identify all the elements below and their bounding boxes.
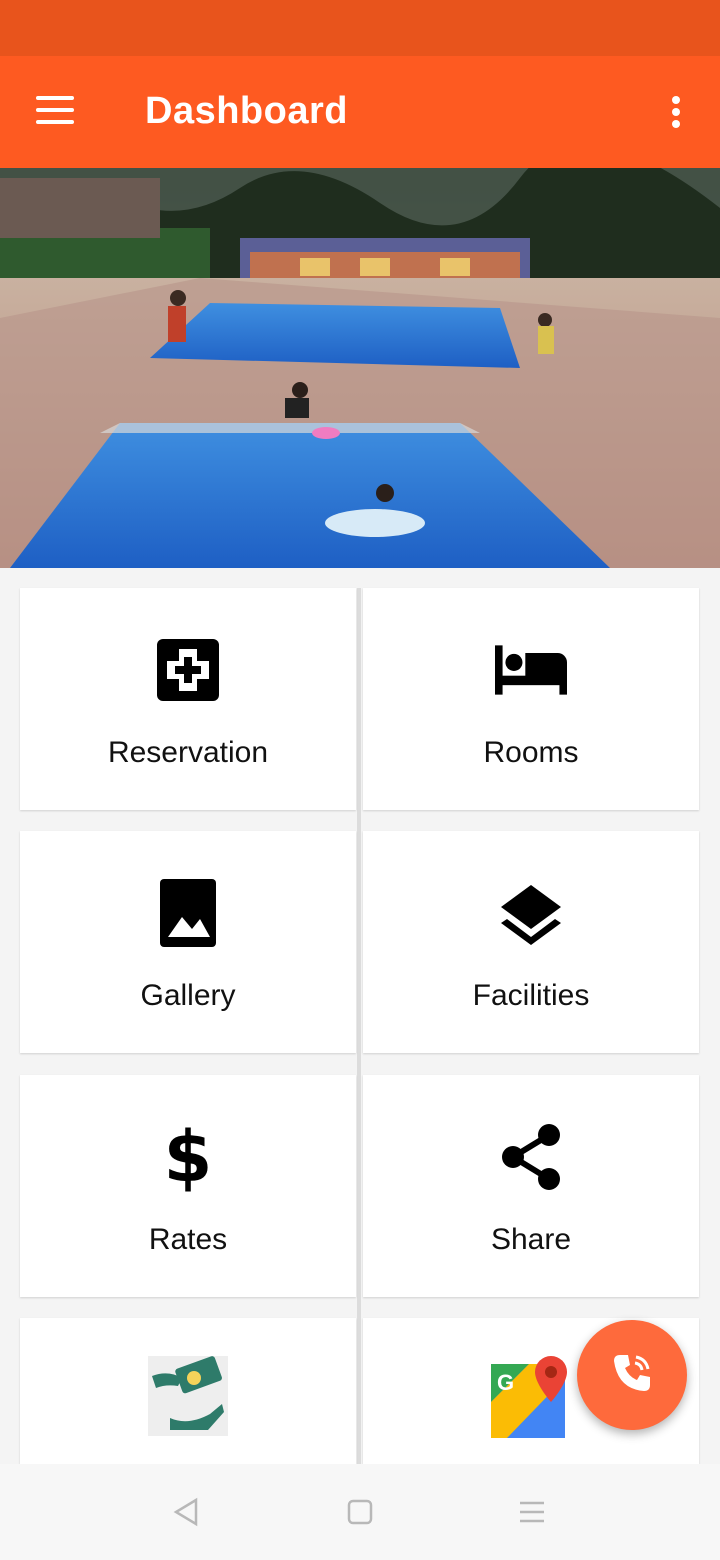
app-bar: Dashboard [0, 56, 720, 168]
tile-reservation[interactable]: Reservation [20, 588, 356, 810]
back-triangle-icon[interactable] [164, 1490, 208, 1534]
first-aid-icon [152, 634, 224, 706]
share-icon [495, 1121, 567, 1193]
tile-share[interactable]: Share [363, 1075, 699, 1297]
google-maps-icon: G [489, 1356, 573, 1440]
tile-label: Gallery [140, 979, 236, 1012]
tile-label: Reservation [107, 736, 269, 769]
hero-image [0, 168, 720, 568]
tile-label: Share [490, 1223, 572, 1256]
call-fab-button[interactable] [577, 1320, 687, 1430]
grid-divider [357, 588, 361, 1464]
recents-lines-icon[interactable] [510, 1490, 554, 1534]
tile-label: Facilities [472, 979, 590, 1012]
tile-gallery[interactable]: Gallery [20, 831, 356, 1053]
layers-icon [495, 877, 567, 949]
dollar-icon: $ [163, 1116, 213, 1198]
status-bar [0, 0, 720, 56]
page-title: Dashboard [145, 90, 348, 132]
tile-label: Rooms [483, 736, 579, 769]
more-options-icon[interactable] [668, 96, 684, 132]
tile-rooms[interactable]: Rooms [363, 588, 699, 810]
tile-facilities[interactable]: Facilities [363, 831, 699, 1053]
system-navigation-bar [0, 1464, 720, 1560]
money-hand-icon [148, 1356, 228, 1436]
svg-text:G: G [497, 1370, 514, 1395]
tile-label: Rates [148, 1223, 228, 1256]
home-square-icon[interactable] [338, 1490, 382, 1534]
bed-icon [495, 634, 567, 706]
tile-payment[interactable] [20, 1318, 356, 1464]
tile-rates[interactable]: $ Rates [20, 1075, 356, 1297]
phone-icon [610, 1351, 654, 1400]
photo-icon [152, 877, 224, 949]
menu-icon[interactable] [36, 96, 76, 128]
